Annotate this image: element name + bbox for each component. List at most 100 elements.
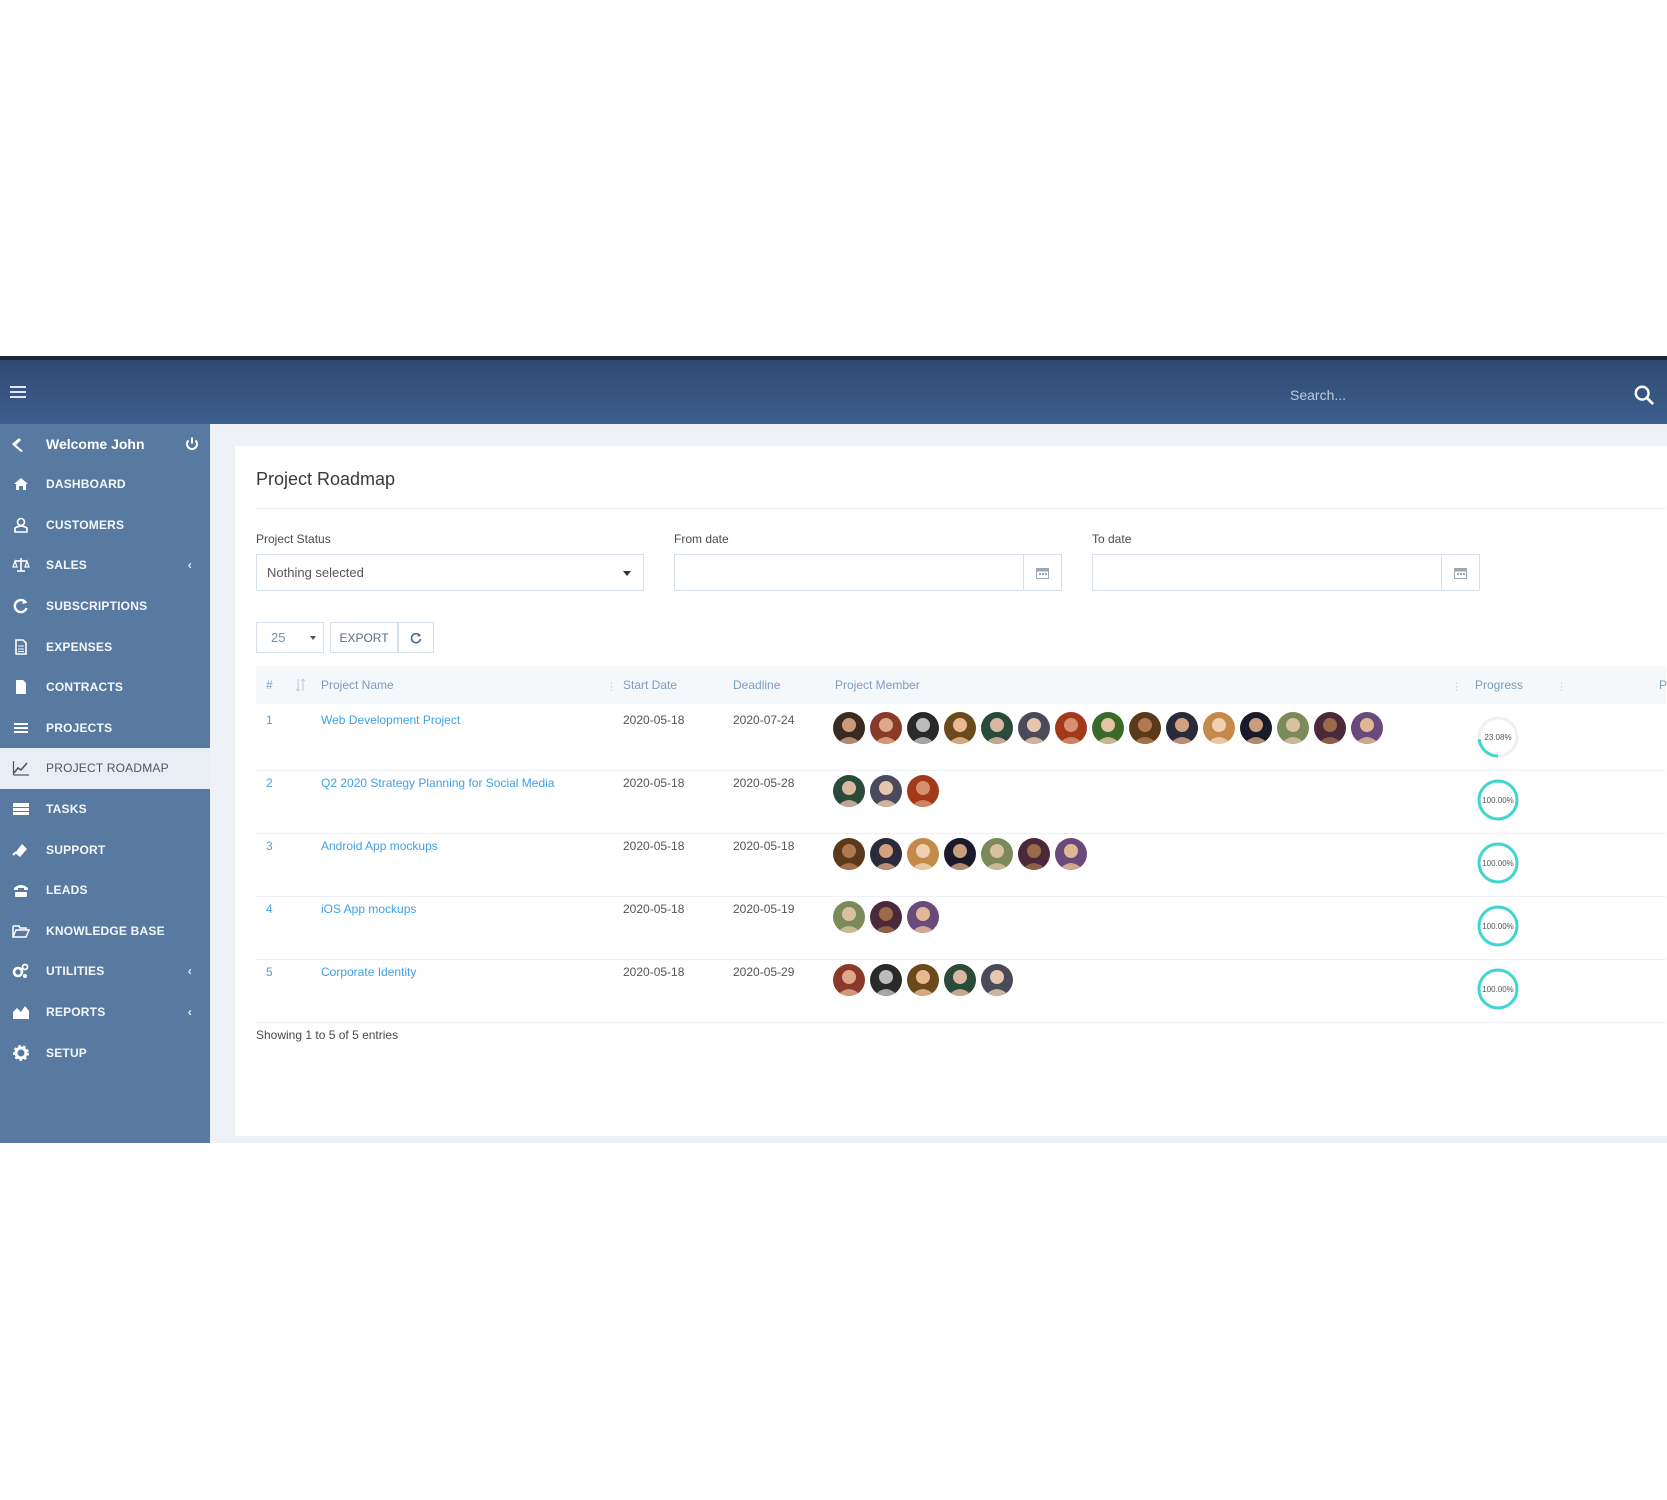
sidebar-item-dashboard[interactable]: DASHBOARD — [0, 464, 210, 505]
sidebar-item-tasks[interactable]: TASKS — [0, 789, 210, 830]
avatar[interactable] — [1166, 712, 1198, 744]
search-icon[interactable] — [1633, 384, 1655, 406]
sidebar-item-label: SUPPORT — [46, 842, 106, 857]
home-icon — [12, 475, 30, 493]
start-date: 2020-05-18 — [623, 776, 685, 790]
calendar-icon[interactable] — [1441, 555, 1479, 590]
avatar[interactable] — [981, 964, 1013, 996]
refresh-icon — [12, 597, 30, 615]
avatar[interactable] — [907, 964, 939, 996]
avatar[interactable] — [944, 712, 976, 744]
avatar[interactable] — [1055, 712, 1087, 744]
avatar[interactable] — [1018, 712, 1050, 744]
refresh-icon — [410, 632, 422, 643]
avatar[interactable] — [907, 838, 939, 870]
column-header-number[interactable]: # — [266, 678, 273, 692]
project-name-link[interactable]: Android App mockups — [321, 839, 438, 853]
row-number[interactable]: 3 — [266, 839, 273, 853]
user-menu-icon[interactable] — [10, 435, 28, 453]
balance-scale-icon — [12, 556, 30, 574]
progress-label: 100.00% — [1482, 795, 1514, 805]
table-info: Showing 1 to 5 of 5 entries — [256, 1028, 399, 1042]
sidebar-item-setup[interactable]: SETUP — [0, 1032, 210, 1073]
sidebar-item-projects[interactable]: PROJECTS — [0, 708, 210, 749]
sidebar-item-project-roadmap[interactable]: PROJECT ROADMAP — [0, 748, 210, 789]
avatar[interactable] — [981, 712, 1013, 744]
sidebar-item-leads[interactable]: LEADS — [0, 870, 210, 911]
avatar[interactable] — [1092, 712, 1124, 744]
avatar[interactable] — [870, 964, 902, 996]
avatar[interactable] — [1018, 838, 1050, 870]
avatar[interactable] — [833, 775, 865, 807]
row-number[interactable]: 2 — [266, 776, 273, 790]
avatar[interactable] — [1277, 712, 1309, 744]
sidebar-item-support[interactable]: SUPPORT — [0, 829, 210, 870]
to-date-input[interactable] — [1092, 554, 1480, 591]
avatar[interactable] — [1055, 838, 1087, 870]
sidebar-item-label: CUSTOMERS — [46, 517, 125, 532]
reload-button[interactable] — [398, 622, 434, 653]
row-number[interactable]: 5 — [266, 965, 273, 979]
sidebar-item-sales[interactable]: SALES ‹ — [0, 545, 210, 586]
deadline: 2020-05-29 — [733, 965, 795, 979]
caret-down-icon — [623, 571, 631, 576]
page-length-select[interactable]: 25 — [256, 622, 324, 653]
avatar[interactable] — [1240, 712, 1272, 744]
avatar[interactable] — [870, 838, 902, 870]
ticket-icon — [12, 841, 30, 859]
sidebar-item-subscriptions[interactable]: SUBSCRIPTIONS — [0, 586, 210, 627]
row-number[interactable]: 1 — [266, 713, 273, 727]
column-header-progress[interactable]: Progress — [1475, 678, 1523, 692]
column-header-project-member[interactable]: Project Member — [835, 678, 920, 692]
avatar[interactable] — [833, 964, 865, 996]
deadline: 2020-05-19 — [733, 902, 795, 916]
project-name-link[interactable]: Corporate Identity — [321, 965, 416, 979]
avatar[interactable] — [870, 712, 902, 744]
avatar[interactable] — [944, 964, 976, 996]
project-status-select[interactable]: Nothing selected — [256, 554, 644, 591]
table-row: 3 Android App mockups 2020-05-18 2020-05-18… — [256, 830, 1666, 897]
column-header-project-name[interactable]: Project Name — [321, 678, 394, 692]
from-date-input[interactable] — [674, 554, 1062, 591]
avatar[interactable] — [1129, 712, 1161, 744]
avatar[interactable] — [833, 838, 865, 870]
project-name-link[interactable]: Q2 2020 Strategy Planning for Social Med… — [321, 776, 554, 790]
column-header-deadline[interactable]: Deadline — [733, 678, 780, 692]
avatar[interactable] — [870, 901, 902, 933]
calendar-icon[interactable] — [1023, 555, 1061, 590]
menu-toggle-icon[interactable] — [10, 386, 26, 400]
row-number[interactable]: 4 — [266, 902, 273, 916]
sidebar-item-utilities[interactable]: UTILITIES ‹ — [0, 951, 210, 992]
avatar[interactable] — [1203, 712, 1235, 744]
column-header-truncated[interactable]: P — [1659, 678, 1667, 692]
sidebar-item-contracts[interactable]: CONTRACTS — [0, 667, 210, 708]
sidebar-item-expenses[interactable]: EXPENSES — [0, 626, 210, 667]
sidebar-nav: DASHBOARD CUSTOMERS SALES ‹ SUBSCRIPTIONS EXP… — [0, 464, 210, 1073]
sort-icon[interactable] — [294, 677, 308, 693]
search-input[interactable] — [1290, 382, 1590, 408]
column-separator: ⋮ — [1556, 681, 1567, 693]
avatar[interactable] — [907, 712, 939, 744]
project-name-link[interactable]: Web Development Project — [321, 713, 460, 727]
sidebar-item-knowledge-base[interactable]: KNOWLEDGE BASE — [0, 911, 210, 952]
sidebar-item-customers[interactable]: CUSTOMERS — [0, 505, 210, 546]
avatar[interactable] — [833, 901, 865, 933]
avatar[interactable] — [1351, 712, 1383, 744]
column-header-start-date[interactable]: Start Date — [623, 678, 677, 692]
avatar[interactable] — [907, 775, 939, 807]
tasks-icon — [12, 800, 30, 818]
chevron-left-icon: ‹ — [187, 1004, 192, 1019]
sidebar-item-reports[interactable]: REPORTS ‹ — [0, 992, 210, 1033]
avatar[interactable] — [833, 712, 865, 744]
column-separator: ⋮ — [606, 681, 617, 693]
progress-circle: 100.00% — [1475, 966, 1521, 1012]
export-button[interactable]: EXPORT — [330, 622, 398, 653]
avatar[interactable] — [981, 838, 1013, 870]
folder-open-icon — [12, 922, 30, 940]
power-icon[interactable] — [184, 436, 200, 452]
avatar[interactable] — [907, 901, 939, 933]
avatar[interactable] — [870, 775, 902, 807]
project-name-link[interactable]: iOS App mockups — [321, 902, 416, 916]
avatar[interactable] — [1314, 712, 1346, 744]
avatar[interactable] — [944, 838, 976, 870]
